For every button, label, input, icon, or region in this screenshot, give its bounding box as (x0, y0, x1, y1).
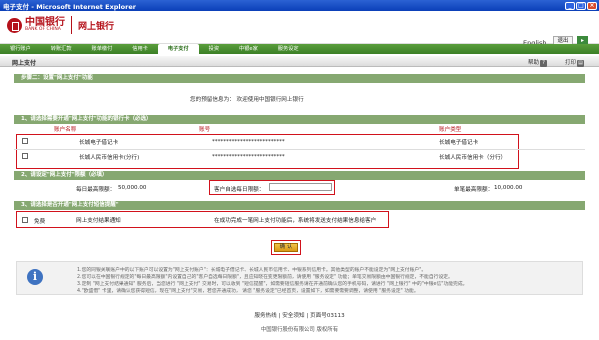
footer-page-number: 页面号03113 (310, 313, 345, 319)
page-title: 网上支付 (12, 60, 37, 67)
sms-option-name: 网上支付结果通知 (76, 218, 121, 224)
logo-divider (71, 16, 72, 34)
nav-item-settings[interactable]: 服务设定 (268, 44, 309, 54)
close-icon[interactable]: × (587, 1, 597, 10)
daily-limit-value: 50,000.00 (118, 185, 147, 191)
greeting-row: 您的预留信息为： 欢迎使用中国银行网上银行 (190, 95, 304, 103)
minimize-icon[interactable]: _ (565, 1, 575, 10)
sms-checkbox[interactable] (22, 217, 28, 223)
confirm-button[interactable]: 确 认 (274, 243, 298, 252)
help-label: 帮助 (528, 60, 540, 66)
card-checkbox[interactable] (22, 153, 28, 159)
custom-limit-label: 客户自选每日限额： (214, 187, 265, 193)
section1-title: 1、请选择需要开通"网上支付"功能的银行卡（必选） (14, 115, 585, 124)
notes-panel: i 1.您的同银关联账户中的以下账户可以设置为"网上支付账户"：长城电子借记卡、… (16, 261, 583, 295)
footer-links: 服务热线 | 安全须知 | 页面号03113 (0, 311, 599, 319)
custom-limit-input[interactable] (269, 183, 332, 191)
greeting-label: 您的预留信息为： (190, 97, 235, 103)
print-button[interactable]: 打印 ▤ (563, 58, 586, 67)
sms-option-desc: 在成功完成一笔网上支付功能后，系统将发送支付结果信息给客户 (214, 218, 377, 224)
account-type: 长城人民币信用卡（分行） (439, 155, 507, 161)
col-account-type: 账户类型 (439, 127, 462, 133)
section3-title: 3、请选择是否开通"网上支付短信提醒" (14, 201, 585, 210)
window-titlebar: 电子支付 - Microsoft Internet Explorer _ □ × (0, 0, 599, 11)
main-nav: 银行账户 转账汇款 账单缴付 信用卡 电子支付 投资 中银e家 服务设定 (0, 44, 599, 54)
note-line: 1.您的同银关联账户中的以下账户可以设置为"网上支付账户"：长城电子借记卡、长城… (77, 268, 427, 273)
site-header: 中国银行 BANK OF CHINA 网上银行 English 退出 ▸ (0, 11, 599, 47)
info-icon: i (27, 269, 43, 285)
site-title: 网上银行 (78, 21, 115, 32)
account-type: 长城电子借记卡 (439, 140, 479, 146)
print-label: 打印 (565, 60, 577, 66)
nav-item-bills[interactable]: 账单缴付 (82, 44, 123, 54)
step-title: 步骤二：设置"网上支付"功能 (14, 74, 585, 83)
section2-title: 2、请设定"网上支付"限额（必填） (14, 171, 585, 180)
note-line: 3.定制 "网上支付结果通知" 服务后，当您进行 "网上支付" 交易时，可以收到… (77, 282, 468, 287)
nav-item-accounts[interactable]: 银行账户 (0, 44, 41, 54)
daily-limit-label: 每日最高限额： (76, 187, 116, 193)
copyright: 中国银行股份有限公司 版权所有 (260, 327, 339, 333)
single-limit-label: 单笔最高限额： (454, 187, 494, 193)
note-line: 4."欧盛借" 卡里，请确认您获得短信，现在"网上支付"交易，若您开通成功， 请… (77, 289, 419, 294)
help-icon: ? (540, 60, 548, 67)
section1-header-row: 账户名称 账号 账户类型 (14, 125, 585, 133)
logo-text: 中国银行 BANK OF CHINA (25, 17, 65, 33)
card-checkbox[interactable] (22, 138, 28, 144)
window-controls: _ □ × (565, 1, 597, 10)
greeting-value: 欢迎使用中国银行网上银行 (236, 97, 304, 103)
logo-en: BANK OF CHINA (25, 27, 61, 33)
account-name: 长城人民币信用卡(分行) (79, 155, 140, 161)
col-account-number: 账号 (199, 127, 211, 133)
nav-item-transfer[interactable]: 转账汇款 (41, 44, 82, 54)
note-line: 2.您可以在中国银行规定的"每日最高限额"内设置自己的"客户自选每日限额"，且应… (77, 275, 453, 280)
account-number: ************************** (212, 139, 285, 145)
help-button[interactable]: 帮助? (526, 58, 549, 67)
bank-logo: 中国银行 BANK OF CHINA 网上银行 (7, 16, 114, 34)
col-account-name: 账户名称 (54, 127, 77, 133)
account-name: 长城电子借记卡 (79, 140, 119, 146)
bank-logo-icon (7, 17, 22, 33)
sub-toolbar: 网上支付 帮助? 打印 ▤ (0, 56, 599, 67)
footer-link-security[interactable]: 安全须知 (282, 313, 304, 319)
row-divider (14, 149, 585, 150)
single-limit-value: 10,000.00 (494, 185, 523, 191)
nav-item-epay[interactable]: 电子支付 (157, 44, 199, 54)
nav-item-ehome[interactable]: 中银e家 (229, 44, 268, 54)
nav-item-invest[interactable]: 投资 (199, 44, 229, 54)
free-label: 免费 (34, 219, 46, 225)
maximize-icon[interactable]: □ (576, 1, 586, 10)
nav-item-credit-card[interactable]: 信用卡 (122, 44, 158, 54)
print-icon: ▤ (577, 60, 585, 67)
window-title: 电子支付 - Microsoft Internet Explorer (3, 2, 136, 11)
footer-link-hotline[interactable]: 服务热线 (254, 313, 276, 319)
account-number: ************************** (212, 154, 285, 160)
